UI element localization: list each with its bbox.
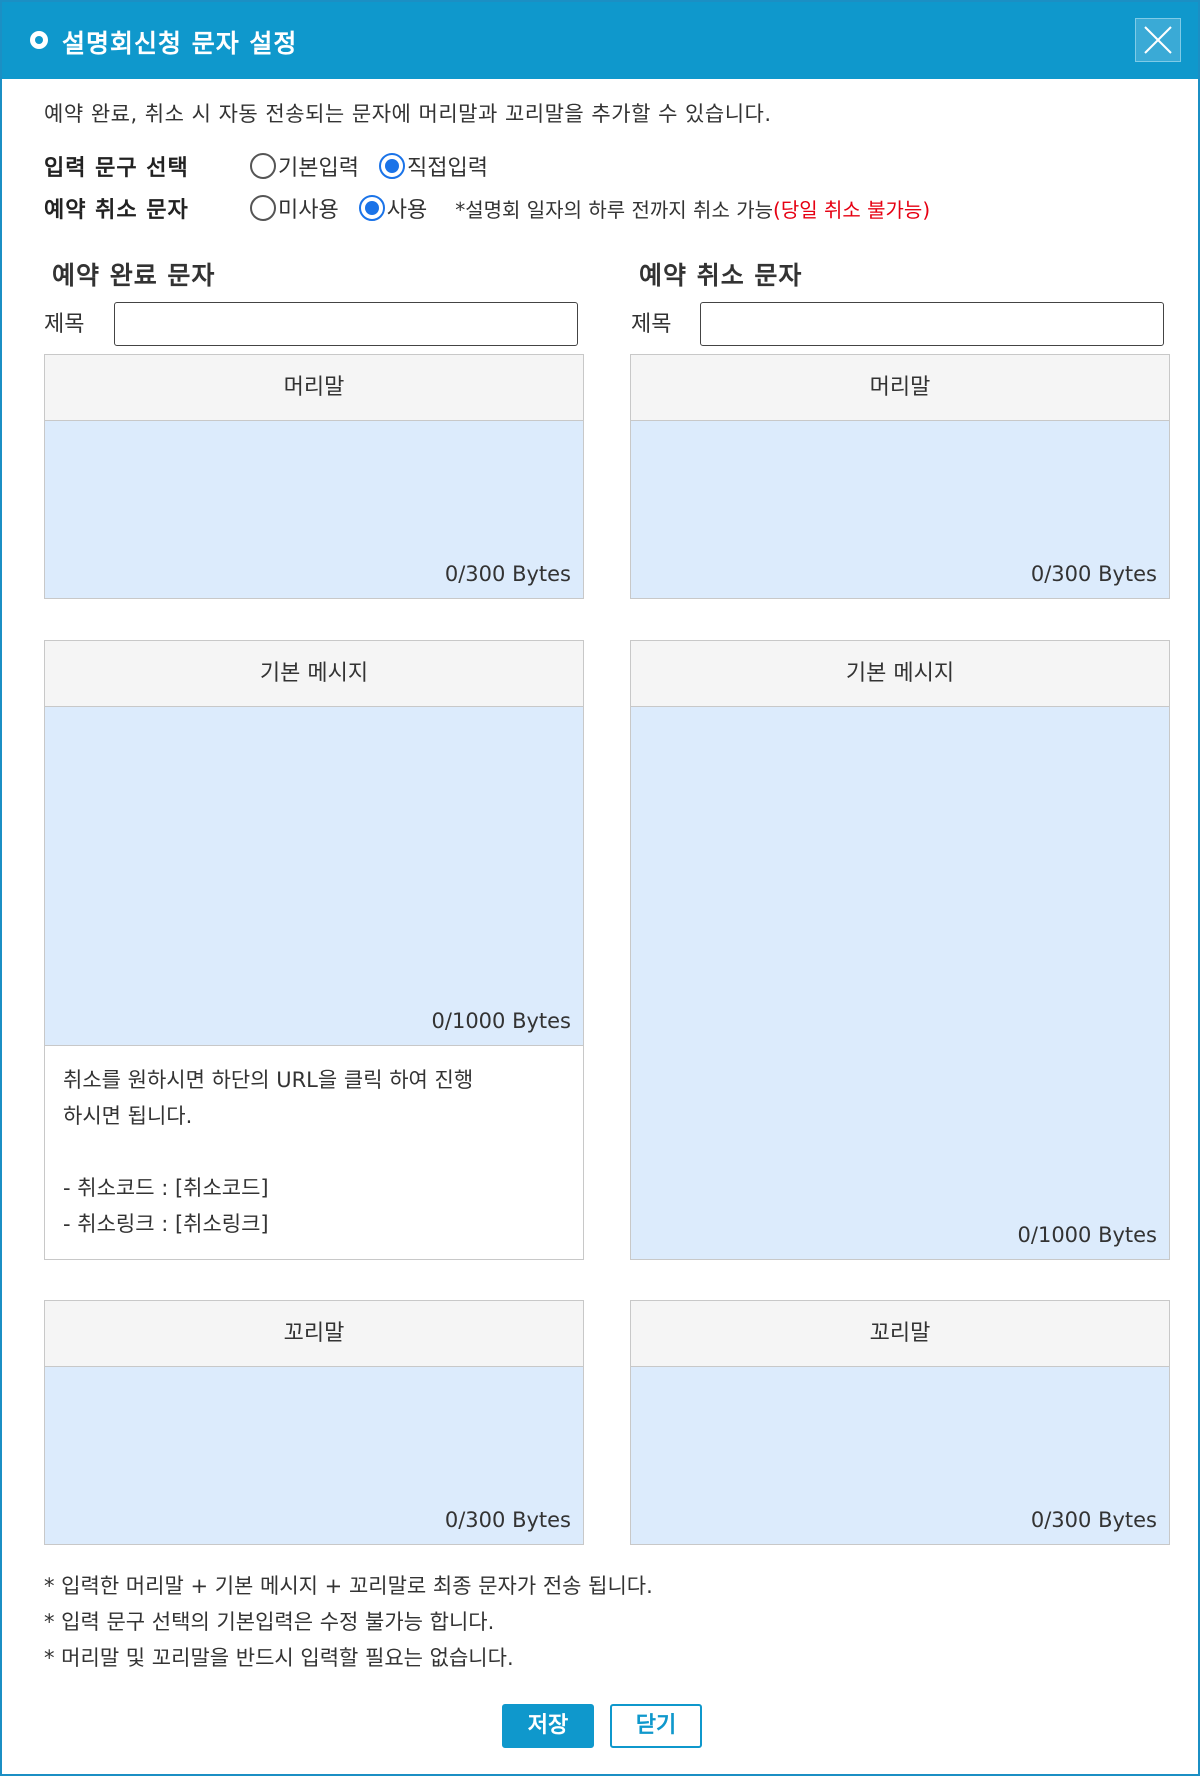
right-body-heading: 기본 메시지 (631, 641, 1169, 707)
radio-icon[interactable] (250, 153, 276, 179)
right-header-box: 머리말 0/300 Bytes (630, 354, 1170, 599)
radio-unused-label: 미사용 (278, 198, 339, 223)
left-header-box: 머리말 0/300 Bytes (44, 354, 584, 599)
radio-used[interactable]: 사용 (358, 192, 428, 224)
left-footer-heading: 꼬리말 (45, 1301, 583, 1367)
left-footer-box: 꼬리말 0/300 Bytes (44, 1300, 584, 1545)
bullet-icon (30, 31, 48, 49)
cancel-note: *설명회 일자의 하루 전까지 취소 가능(당일 취소 불가능) (455, 194, 930, 223)
right-footer-textarea[interactable]: 0/300 Bytes (631, 1367, 1169, 1544)
right-footer-heading: 꼬리말 (631, 1301, 1169, 1367)
cancel-note-warning: (당일 취소 불가능) (773, 197, 931, 222)
left-subject-input[interactable] (114, 302, 578, 346)
left-body-byte-count: 0/1000 Bytes (431, 1009, 571, 1033)
footnote-line: * 입력 문구 선택의 기본입력은 수정 불가능 합니다. (44, 1610, 495, 1634)
fixed-text-line: 취소를 원하시면 하단의 URL을 클릭 하여 진행 (63, 1068, 474, 1092)
close-icon (1144, 26, 1172, 54)
radio-basic-input-label: 기본입력 (278, 156, 359, 181)
reservation-complete-title: 예약 완료 문자 (52, 261, 216, 290)
cancel-message-label: 예약 취소 문자 (44, 198, 189, 223)
left-footer-byte-count: 0/300 Bytes (444, 1508, 571, 1532)
right-body-byte-count: 0/1000 Bytes (1017, 1223, 1157, 1247)
footnotes: * 입력한 머리말 + 기본 메시지 + 꼬리말로 최종 문자가 전송 됩니다.… (44, 1568, 653, 1676)
right-header-heading: 머리말 (631, 355, 1169, 421)
radio-selected-icon[interactable] (358, 195, 385, 221)
right-header-textarea[interactable]: 0/300 Bytes (631, 421, 1169, 598)
dialog-title: 설명회신청 문자 설정 (62, 29, 298, 58)
cancel-note-text: *설명회 일자의 하루 전까지 취소 가능 (455, 197, 774, 222)
right-header-byte-count: 0/300 Bytes (1030, 562, 1157, 586)
close-window-button[interactable] (1135, 18, 1181, 62)
left-header-textarea[interactable]: 0/300 Bytes (45, 421, 583, 598)
radio-basic-input[interactable]: 기본입력 (250, 150, 359, 182)
intro-text: 예약 완료, 취소 시 자동 전송되는 문자에 머리말과 꼬리말을 추가할 수 … (44, 102, 772, 126)
left-footer-textarea[interactable]: 0/300 Bytes (45, 1367, 583, 1544)
radio-direct-input-label: 직접입력 (406, 156, 488, 181)
save-button[interactable]: 저장 (502, 1704, 594, 1748)
left-body-textarea[interactable]: 0/1000 Bytes (45, 707, 583, 1045)
right-footer-box: 꼬리말 0/300 Bytes (630, 1300, 1170, 1545)
left-header-byte-count: 0/300 Bytes (444, 562, 571, 586)
left-header-heading: 머리말 (45, 355, 583, 421)
fixed-text-line: 하시면 됩니다. (63, 1104, 193, 1128)
right-subject-input[interactable] (700, 302, 1164, 346)
footnote-line: * 머리말 및 꼬리말을 반드시 입력할 필요는 없습니다. (44, 1646, 514, 1670)
left-fixed-cancel-text: 취소를 원하시면 하단의 URL을 클릭 하여 진행 하시면 됩니다. - 취소… (45, 1045, 583, 1259)
right-footer-byte-count: 0/300 Bytes (1030, 1508, 1157, 1532)
close-button[interactable]: 닫기 (610, 1704, 702, 1748)
left-body-box: 기본 메시지 0/1000 Bytes 취소를 원하시면 하단의 URL을 클릭… (44, 640, 584, 1260)
radio-unused[interactable]: 미사용 (250, 192, 339, 224)
left-body-heading: 기본 메시지 (45, 641, 583, 707)
input-phrase-option-row: 입력 문구 선택 기본입력 직접입력 (44, 150, 508, 182)
right-body-box: 기본 메시지 0/1000 Bytes (630, 640, 1170, 1260)
fixed-text-line: - 취소코드 : [취소코드] (63, 1176, 269, 1200)
left-subject-label: 제목 (44, 312, 85, 337)
input-phrase-label: 입력 문구 선택 (44, 156, 189, 181)
fixed-text-gap (63, 1134, 565, 1170)
right-subject-label: 제목 (631, 312, 672, 337)
title-bar: 설명회신청 문자 설정 (2, 2, 1198, 79)
dialog-window: 설명회신청 문자 설정 예약 완료, 취소 시 자동 전송되는 문자에 머리말과… (0, 0, 1200, 1776)
radio-selected-icon[interactable] (378, 153, 405, 179)
radio-used-label: 사용 (386, 198, 428, 223)
right-body-textarea[interactable]: 0/1000 Bytes (631, 707, 1169, 1259)
footnote-line: * 입력한 머리말 + 기본 메시지 + 꼬리말로 최종 문자가 전송 됩니다. (44, 1574, 653, 1598)
radio-direct-input[interactable]: 직접입력 (378, 150, 488, 182)
cancel-message-option-row: 예약 취소 문자 미사용 사용 *설명회 일자의 하루 전까지 취소 가능(당일… (44, 192, 930, 224)
radio-icon[interactable] (250, 195, 276, 221)
fixed-text-line: - 취소링크 : [취소링크] (63, 1212, 269, 1236)
reservation-cancel-title: 예약 취소 문자 (639, 261, 803, 290)
